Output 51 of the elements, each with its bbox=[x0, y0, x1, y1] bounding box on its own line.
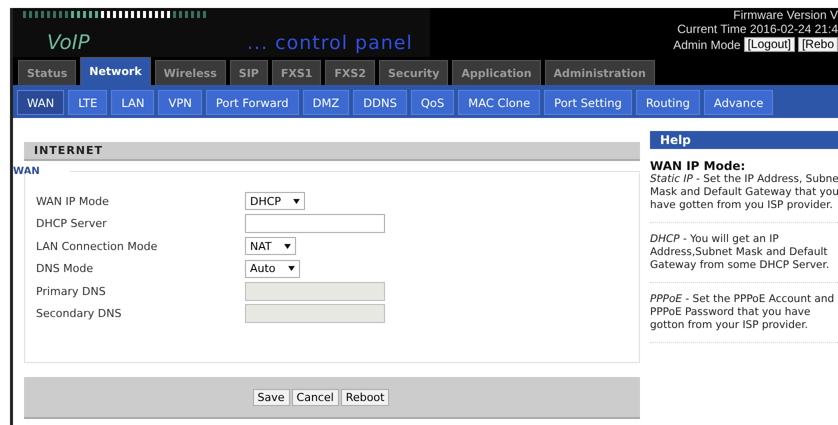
nav-tab[interactable]: Network bbox=[80, 57, 151, 85]
sub-tab[interactable]: LAN bbox=[111, 90, 154, 115]
current-time: Current Time 2016-02-24 21:4 bbox=[677, 22, 838, 36]
input-field[interactable] bbox=[245, 214, 385, 234]
logo: VoIP bbox=[47, 30, 91, 54]
sub-tab[interactable]: VPN bbox=[158, 90, 202, 115]
sub-tab[interactable]: WAN bbox=[17, 90, 64, 115]
caret-icon bbox=[284, 244, 291, 249]
field-label: WAN IP Mode bbox=[36, 194, 110, 208]
header-button[interactable]: [Logout] bbox=[744, 37, 795, 52]
dropdown[interactable]: DHCP bbox=[245, 192, 306, 210]
nav-tab[interactable]: Application bbox=[452, 60, 541, 85]
sub-tab[interactable]: QoS bbox=[410, 90, 454, 115]
dropdown[interactable]: NAT bbox=[245, 237, 296, 256]
sub-tab[interactable]: Advance bbox=[704, 90, 774, 115]
tagline: ... control panel bbox=[247, 32, 413, 54]
sub-tab[interactable]: Routing bbox=[636, 90, 700, 115]
action-button[interactable]: Save bbox=[252, 388, 290, 406]
field-label: DNS Mode bbox=[36, 262, 94, 276]
action-button[interactable]: Reboot bbox=[340, 388, 390, 406]
help-text: DHCP - You will get an IP Address,Subnet Mask and Default Gateway from some DHCP Server. bbox=[650, 233, 838, 283]
field-label: Secondary DNS bbox=[36, 307, 122, 320]
field-label: Primary DNS bbox=[36, 284, 107, 298]
section-header: INTERNET bbox=[24, 142, 640, 161]
sub-tab[interactable]: MAC Clone bbox=[458, 90, 540, 115]
nav-tab[interactable]: Administration bbox=[544, 60, 655, 85]
nav-tab[interactable]: FXS1 bbox=[272, 60, 322, 85]
caret-icon bbox=[288, 266, 295, 272]
sub-tab[interactable]: Port Setting bbox=[544, 90, 632, 115]
sub-tab[interactable]: DDNS bbox=[353, 90, 407, 115]
nav-tab[interactable]: Security bbox=[379, 60, 448, 85]
dropdown[interactable]: Auto bbox=[245, 260, 300, 278]
sub-tab[interactable]: Port Forward bbox=[206, 90, 299, 115]
sub-tab[interactable]: LTE bbox=[68, 90, 108, 115]
admin-mode: Admin Mode bbox=[673, 38, 741, 52]
nav-tab[interactable]: SIP bbox=[230, 60, 268, 85]
nav-tab[interactable]: Status bbox=[18, 60, 76, 85]
header-button[interactable]: [Rebo bbox=[798, 37, 838, 52]
help-heading: WAN IP Mode: bbox=[650, 159, 746, 173]
field-label: DHCP Server bbox=[36, 217, 108, 230]
action-button[interactable]: Cancel bbox=[292, 388, 339, 406]
nav-tab[interactable]: FXS2 bbox=[325, 60, 375, 85]
help-header: Help bbox=[650, 131, 838, 149]
help-text: PPPoE - Set the PPPoE Account and PPPoE Password that you have gotton from your ISP provider. bbox=[650, 293, 838, 343]
help-text: Static IP - Set the IP Address, Subne Mask and Default Gateway that you have gotten from you ISP provider. bbox=[650, 173, 838, 223]
firmware-version: Firmware Version V bbox=[733, 8, 838, 22]
field-label: LAN Connection Mode bbox=[36, 240, 158, 253]
group-legend: WAN bbox=[13, 166, 70, 177]
caret-icon bbox=[293, 198, 300, 204]
nav-tab[interactable]: Wireless bbox=[154, 60, 226, 85]
sub-tab[interactable]: DMZ bbox=[302, 90, 350, 115]
